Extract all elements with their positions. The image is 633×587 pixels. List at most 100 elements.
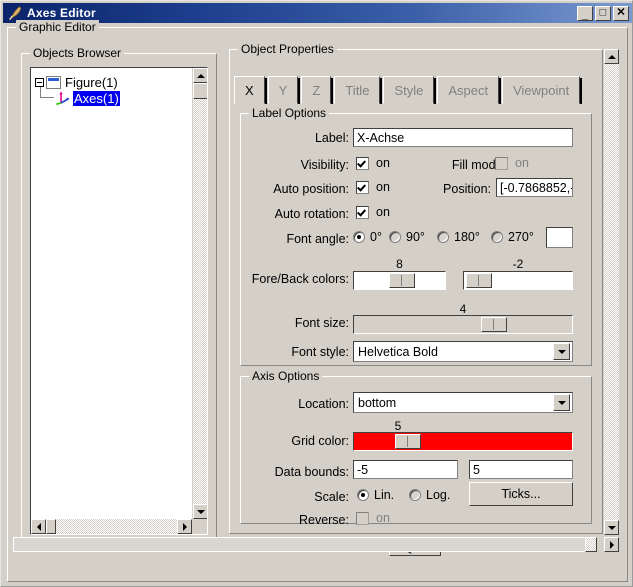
- tab-aspect[interactable]: Aspect: [437, 76, 502, 104]
- label-input[interactable]: X-Achse: [353, 128, 573, 147]
- tree-vertical-scrollbar[interactable]: [192, 68, 207, 519]
- properties-hscroll-thumb[interactable]: [585, 537, 597, 552]
- label-field-label: Label:: [314, 131, 349, 145]
- ticks-button[interactable]: Ticks...: [469, 482, 573, 506]
- font-angle-label: Font angle:: [286, 232, 349, 246]
- grid-color-slider[interactable]: [353, 432, 573, 451]
- objects-browser-legend: Objects Browser: [30, 46, 125, 60]
- fill-mode-checkbox-row[interactable]: on: [495, 156, 529, 170]
- properties-vertical-scrollbar[interactable]: [604, 49, 619, 535]
- font-angle-radio-0[interactable]: [353, 231, 365, 243]
- font-size-value: 4: [459, 302, 467, 316]
- tab-viewpoint[interactable]: Viewpoint: [502, 76, 583, 104]
- scale-log-radio[interactable]: [409, 489, 421, 501]
- properties-horizontal-scrollbar[interactable]: [13, 537, 619, 552]
- properties-scroll-down-button[interactable]: [604, 520, 619, 535]
- grid-color-label: Grid color:: [291, 434, 349, 448]
- tree-scroll-down-button[interactable]: [193, 504, 207, 519]
- font-style-select[interactable]: Helvetica Bold: [353, 341, 573, 362]
- font-angle-option-270[interactable]: 270°: [491, 230, 534, 244]
- tab-viewpoint-label: Viewpoint: [513, 82, 570, 98]
- maximize-button[interactable]: □: [595, 5, 611, 21]
- font-angle-option-0[interactable]: 0°: [353, 230, 382, 244]
- tree-item-figure[interactable]: Figure(1): [35, 74, 119, 90]
- object-properties-legend: Object Properties: [238, 42, 337, 56]
- reverse-checkbox-row[interactable]: on: [356, 511, 390, 525]
- reverse-checkbox[interactable]: [356, 511, 369, 525]
- font-angle-option-90[interactable]: 90°: [389, 230, 425, 244]
- graphic-editor-legend: Graphic Editor: [16, 20, 99, 34]
- fore-color-thumb[interactable]: [389, 273, 415, 288]
- tree-hscroll-thumb[interactable]: [46, 519, 56, 534]
- scale-log-option[interactable]: Log.: [409, 488, 450, 502]
- data-bounds-label: Data bounds:: [274, 465, 349, 479]
- collapse-toggle-icon[interactable]: [35, 77, 44, 87]
- tree-vscroll-thumb[interactable]: [193, 83, 207, 99]
- font-size-slider[interactable]: [353, 315, 573, 334]
- reverse-label-row: Reverse:: [249, 513, 349, 527]
- chevron-right-icon: [182, 522, 187, 531]
- location-dropdown-button[interactable]: [553, 394, 570, 411]
- check-icon: [356, 157, 367, 168]
- font-style-label-row: Font style:: [249, 345, 349, 359]
- auto-rotation-label: Auto rotation:: [274, 207, 349, 221]
- minimize-button[interactable]: _: [577, 5, 593, 21]
- tab-style[interactable]: Style: [383, 76, 437, 104]
- properties-scroll-right-button[interactable]: [604, 537, 619, 552]
- scale-lin-radio[interactable]: [357, 489, 369, 501]
- objects-tree-content: Figure(1) Axes(1): [31, 68, 192, 519]
- maximize-icon: □: [599, 6, 607, 19]
- auto-position-checkbox[interactable]: [356, 180, 369, 194]
- auto-position-checkbox-row[interactable]: on: [356, 180, 390, 194]
- font-angle-radio-270[interactable]: [491, 231, 503, 243]
- tab-z[interactable]: Z: [301, 76, 334, 104]
- properties-scroll-up-button[interactable]: [604, 49, 619, 64]
- radio-dot-icon: [361, 493, 365, 497]
- tab-separator: [298, 78, 301, 104]
- tab-x-label: X: [245, 82, 254, 98]
- grid-color-thumb[interactable]: [395, 434, 421, 449]
- visibility-checkbox-row[interactable]: on: [356, 156, 390, 170]
- font-style-dropdown-button[interactable]: [553, 343, 570, 360]
- font-angle-custom-input[interactable]: [546, 227, 573, 248]
- tab-separator: [580, 78, 583, 104]
- auto-rotation-checkbox[interactable]: [356, 205, 369, 219]
- location-label: Location:: [298, 397, 349, 411]
- close-button[interactable]: ✕: [613, 5, 629, 21]
- scale-label: Scale:: [314, 490, 349, 504]
- window-title: Axes Editor: [27, 6, 96, 20]
- hscroll-track[interactable]: [13, 537, 586, 552]
- tree-scroll-up-button[interactable]: [193, 68, 207, 83]
- data-bounds-max-input[interactable]: 5: [469, 460, 573, 479]
- fill-mode-checkbox[interactable]: [495, 156, 508, 170]
- scale-lin-option[interactable]: Lin.: [357, 488, 394, 502]
- tree-scroll-left-button[interactable]: [31, 519, 46, 534]
- position-input[interactable]: [-0.7868852,-0: [496, 178, 573, 197]
- tree-horizontal-scrollbar[interactable]: [31, 519, 192, 534]
- auto-rotation-checkbox-row[interactable]: on: [356, 205, 390, 219]
- objects-tree[interactable]: Figure(1) Axes(1): [30, 67, 208, 535]
- tab-title[interactable]: Title: [334, 76, 383, 104]
- data-bounds-min-input[interactable]: -5: [353, 460, 458, 479]
- location-select[interactable]: bottom: [353, 392, 573, 413]
- fore-color-slider[interactable]: [353, 271, 446, 290]
- font-size-thumb[interactable]: [481, 317, 507, 332]
- tab-x[interactable]: X: [234, 76, 267, 104]
- font-angle-radio-90[interactable]: [389, 231, 401, 243]
- font-angle-option-180[interactable]: 180°: [437, 230, 480, 244]
- font-angle-label-0: 0°: [370, 230, 382, 244]
- axes-icon: [55, 91, 70, 105]
- auto-rotation-label-row: Auto rotation:: [249, 207, 349, 221]
- axes-editor-window: Axes Editor _ □ ✕ Graphic Editor Objects…: [0, 0, 633, 587]
- chevron-up-icon: [607, 54, 616, 59]
- tab-y[interactable]: Y: [267, 76, 301, 104]
- back-color-thumb[interactable]: [466, 273, 492, 288]
- back-color-slider[interactable]: [463, 271, 573, 290]
- tree-scroll-right-button[interactable]: [177, 519, 192, 534]
- font-size-label-row: Font size:: [249, 316, 349, 330]
- tree-item-axes[interactable]: Axes(1): [55, 90, 120, 106]
- font-angle-label-180: 180°: [454, 230, 480, 244]
- font-angle-radio-180[interactable]: [437, 231, 449, 243]
- visibility-checkbox[interactable]: [356, 156, 369, 170]
- chevron-right-icon: [609, 540, 614, 549]
